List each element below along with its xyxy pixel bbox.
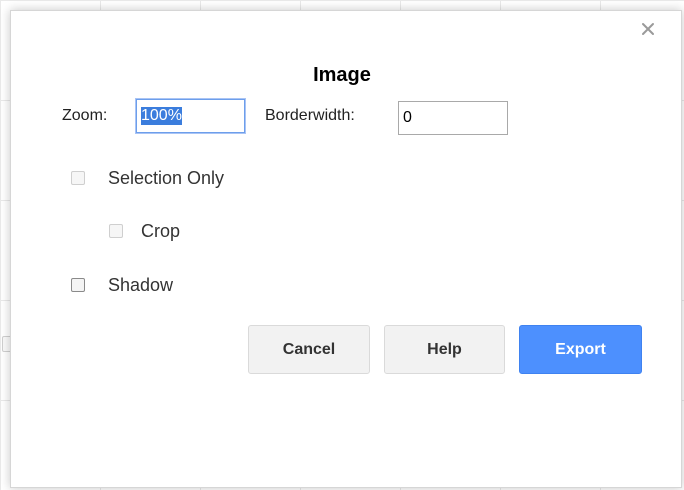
selection-only-label: Selection Only [108, 168, 225, 188]
crop-label: Crop [141, 221, 181, 241]
zoom-label: Zoom: [62, 107, 108, 124]
crop-option[interactable]: Crop [109, 220, 180, 242]
borderwidth-input[interactable] [398, 101, 508, 135]
shadow-label: Shadow [108, 275, 174, 295]
shadow-checkbox[interactable] [71, 278, 85, 292]
export-button[interactable]: Export [519, 325, 642, 374]
shadow-option[interactable]: Shadow [71, 274, 173, 296]
crop-checkbox[interactable] [109, 224, 123, 238]
close-icon[interactable] [640, 21, 656, 37]
dialog-title: Image [313, 64, 371, 86]
close-icon-glyph [642, 23, 654, 35]
selection-only-checkbox[interactable] [71, 171, 85, 185]
help-button[interactable]: Help [384, 325, 505, 374]
borderwidth-label: Borderwidth: [265, 107, 355, 124]
selection-only-option[interactable]: Selection Only [71, 167, 224, 189]
cancel-button[interactable]: Cancel [248, 325, 370, 374]
zoom-input[interactable] [136, 99, 245, 133]
